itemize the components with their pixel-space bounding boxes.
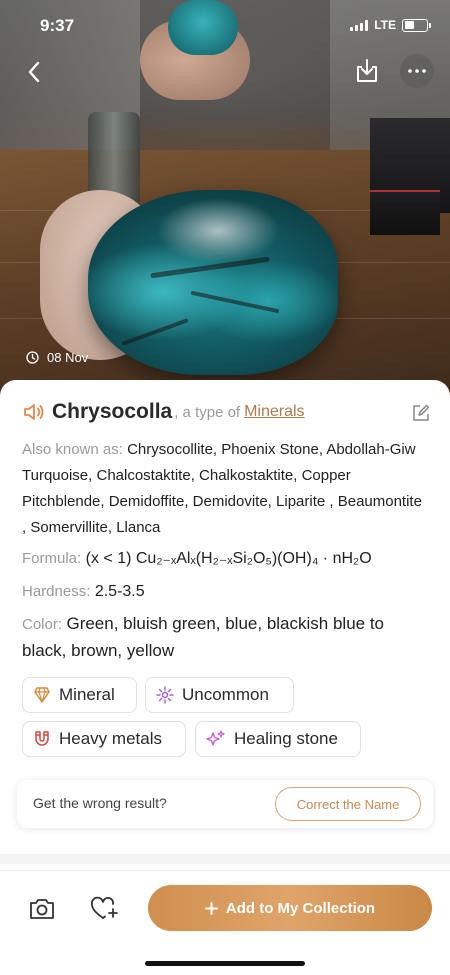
home-indicator (145, 961, 305, 966)
heart-plus-icon (91, 896, 118, 919)
download-icon (357, 59, 377, 82)
edit-icon[interactable] (412, 404, 430, 422)
color-label: Color: (22, 616, 63, 633)
speaker-icon[interactable] (22, 400, 46, 424)
tag-mineral[interactable]: Mineral (22, 677, 137, 713)
formula-label: Formula: (22, 550, 82, 567)
hardness-label: Hardness: (22, 583, 91, 600)
signal-icon (350, 19, 369, 31)
tag-uncommon[interactable]: Uncommon (145, 677, 294, 713)
plus-icon (204, 901, 218, 915)
status-time: 9:37 (40, 16, 75, 35)
back-button[interactable] (18, 56, 50, 88)
also-known-as: Also known as: Chrysocollite, Phoenix St… (22, 437, 430, 541)
network-label: LTE (374, 18, 396, 32)
chevron-left-icon (28, 61, 40, 83)
type-prefix: , a type of (174, 403, 241, 421)
tag-label: Uncommon (182, 685, 269, 704)
wrong-result-prompt: Get the wrong result? (33, 795, 167, 811)
also-known-label: Also known as: (22, 441, 123, 458)
hardness-value: 2.5-3.5 (94, 583, 145, 600)
date-label: 08 Nov (47, 350, 89, 365)
sparkle-icon (156, 686, 174, 704)
healing-sparkle-icon (206, 730, 225, 746)
color-value: Green, bluish green, blue, blackish blue… (22, 614, 384, 660)
magnet-icon (35, 731, 49, 746)
add-to-collection-label: Add to My Collection (225, 899, 376, 917)
hardness: Hardness: 2.5-3.5 (22, 579, 430, 605)
formula-value: (x < 1) Cu₂₋ₓAlₓ(H₂₋ₓSi₂O₅)(OH)₄ · nH₂O (85, 550, 372, 567)
crystal-icon (34, 687, 50, 703)
tag-healing-stone[interactable]: Healing stone (195, 721, 361, 757)
more-button[interactable] (400, 54, 434, 88)
status-indicators: LTE (350, 18, 431, 32)
status-bar: 9:37 LTE (0, 0, 450, 52)
clock-icon (26, 351, 39, 364)
camera-button[interactable] (26, 893, 58, 925)
formula: Formula: (x < 1) Cu₂₋ₓAlₓ(H₂₋ₓSi₂O₅)(OH)… (22, 546, 430, 572)
tag-label: Mineral (59, 685, 115, 704)
photo-detail (370, 190, 440, 235)
correct-name-button[interactable]: Correct the Name (275, 787, 421, 821)
photo-stone (88, 190, 338, 375)
type-link[interactable]: Minerals (244, 403, 304, 421)
title-row: Chrysocolla , a type of Minerals (22, 400, 432, 424)
color: Color: Green, bluish green, blue, blacki… (22, 611, 430, 665)
tag-heavy-metals[interactable]: Heavy metals (22, 721, 186, 757)
add-to-collection-button[interactable]: Add to My Collection (148, 885, 432, 931)
mineral-name: Chrysocolla (52, 400, 173, 423)
bottom-action-bar: Add to My Collection (0, 870, 450, 975)
download-button[interactable] (350, 54, 384, 88)
tag-label: Healing stone (234, 729, 338, 748)
photo-date: 08 Nov (26, 350, 88, 365)
tag-label: Heavy metals (59, 729, 162, 748)
wrong-result-banner: Get the wrong result? Correct the Name (17, 780, 433, 828)
add-favorite-button[interactable] (88, 893, 122, 925)
section-divider (0, 854, 450, 864)
camera-icon (30, 899, 54, 919)
battery-icon (402, 18, 431, 32)
more-dots-icon (408, 69, 426, 73)
mineral-photo: 9:37 LTE 08 Nov (0, 0, 450, 400)
